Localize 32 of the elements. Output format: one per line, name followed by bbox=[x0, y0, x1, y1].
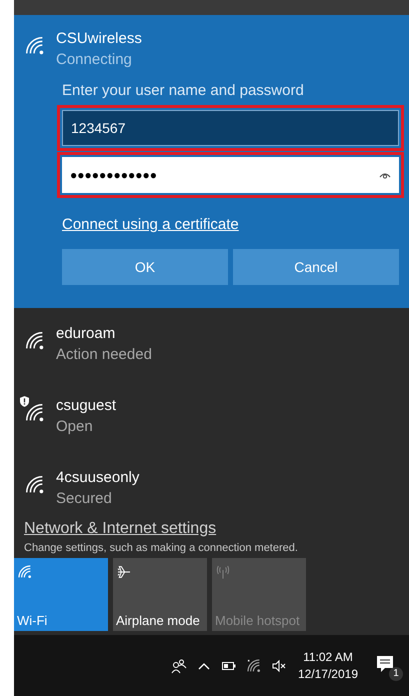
credentials-prompt: Enter your user name and password bbox=[62, 81, 305, 101]
eye-icon[interactable] bbox=[379, 171, 391, 179]
network-status: Action needed bbox=[56, 345, 152, 365]
network-name[interactable]: eduroam bbox=[56, 324, 152, 344]
password-field[interactable]: ●●●●●●●●●●●● bbox=[62, 157, 399, 193]
hotspot-icon bbox=[215, 564, 231, 580]
settings-link[interactable]: Network & Internet settings bbox=[24, 520, 216, 538]
wifi-icon[interactable] bbox=[246, 658, 262, 674]
network-name[interactable]: 4csuuseonly bbox=[56, 468, 140, 488]
username-field[interactable]: 1234567 bbox=[62, 110, 399, 146]
wifi-icon bbox=[24, 330, 46, 352]
quick-action-tile[interactable]: Airplane mode bbox=[113, 558, 207, 631]
wifi-icon bbox=[24, 402, 46, 424]
quick-action-tile[interactable]: Wi-Fi bbox=[14, 558, 108, 631]
notification-count: 1 bbox=[389, 666, 403, 680]
people-icon[interactable] bbox=[170, 658, 187, 674]
network-status: Connecting bbox=[56, 50, 133, 70]
network-name: CSUwireless bbox=[56, 29, 142, 49]
wifi-icon bbox=[17, 564, 33, 580]
network-status: Secured bbox=[56, 489, 113, 509]
network-name[interactable]: csuguest bbox=[56, 396, 116, 416]
certificate-link[interactable]: Connect using a certificate bbox=[62, 216, 239, 233]
clock-date[interactable]: 12/17/2019 bbox=[298, 666, 358, 682]
muted-speaker-icon[interactable] bbox=[270, 658, 287, 674]
network-status: Open bbox=[56, 417, 94, 437]
notification-icon[interactable] bbox=[375, 654, 395, 674]
wifi-icon bbox=[24, 474, 46, 496]
wifi-icon bbox=[24, 35, 46, 57]
settings-hint: Change settings, such as making a connection metered. bbox=[24, 542, 299, 554]
clock-time[interactable]: 11:02 AM bbox=[303, 648, 353, 666]
airplane-icon bbox=[116, 564, 132, 580]
password-dots: ●●●●●●●●●●●● bbox=[70, 168, 157, 182]
